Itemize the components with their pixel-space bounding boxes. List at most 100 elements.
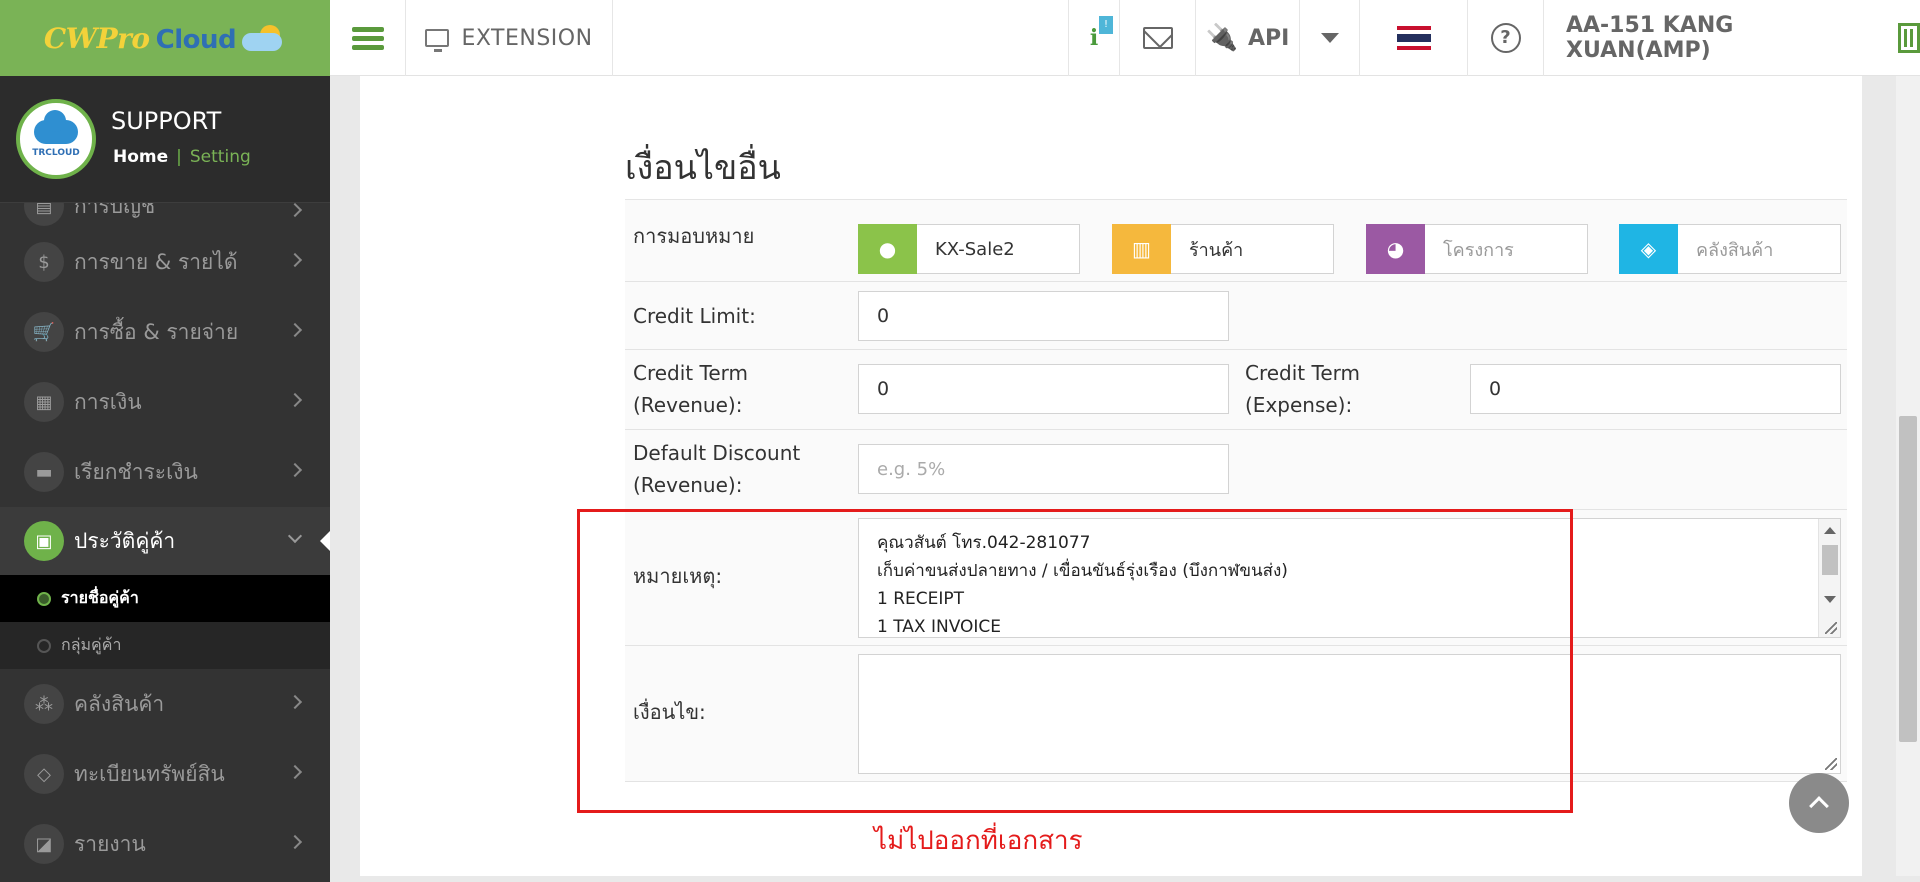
menu-toggle-button[interactable] [330,0,406,76]
assignment-label: การมอบหมาย [633,224,755,248]
building-icon [1898,23,1920,53]
cloud-icon [34,110,78,144]
salesperson-field[interactable]: ● KX-Sale2 [858,223,1080,274]
link-separator: | [176,147,182,167]
chevron-down-icon [287,528,303,544]
annotation-highlight-box [577,509,1573,813]
warehouse-placeholder: คลังสินค้า [1696,239,1774,261]
scroll-down-icon[interactable] [1824,596,1836,603]
sidebar-item-reports[interactable]: ◪ รายงาน [0,809,330,879]
project-field[interactable]: ◕ โครงการ [1366,223,1588,274]
sun-cloud-icon [242,25,286,51]
credit-term-expense-label: Credit Term (Expense): [1245,361,1360,417]
avatar[interactable]: TRCLOUD [16,99,96,179]
sidebar-subitem-label: กลุ่มคู่ค้า [61,635,122,654]
contact-book-icon: ▣ [24,521,64,561]
scroll-up-icon[interactable] [1824,527,1836,534]
help-button[interactable]: ? [1468,0,1544,76]
extension-label: EXTENSION [461,25,593,51]
section-title: เงื่อนไขอื่น [625,148,781,188]
credit-term-revenue-label: Credit Term (Revenue): [633,361,748,417]
credit-limit-row: Credit Limit: [625,282,1847,350]
sidebar-item-inventory[interactable]: ⁂ คลังสินค้า [0,669,330,739]
chevron-right-icon [287,322,303,338]
sidebar-subitem-contact-list[interactable]: รายชื่อคู่ค้า [0,575,330,622]
sidebar: TRCLOUD SUPPORT Home | Setting ▤ การบัญชี … [0,76,330,882]
extension-button[interactable]: EXTENSION [406,0,613,76]
project-placeholder: โครงการ [1443,239,1514,261]
avatar-text: TRCLOUD [32,148,80,158]
chevron-right-icon [287,392,303,408]
chevron-right-icon [287,462,303,478]
sidebar-item-sales[interactable]: $ การขาย & รายได้ [0,227,330,297]
dropdown-button[interactable] [1300,0,1360,76]
store-value: ร้านค้า [1189,239,1244,261]
sidebar-item-label: การบัญชี [74,203,156,218]
box-icon: ◈ [1619,223,1678,274]
resize-grip-icon[interactable] [1825,622,1837,634]
bullet-icon [37,591,51,606]
warehouse-field[interactable]: ◈ คลังสินค้า [1619,223,1841,274]
calendar-icon: ▦ [24,382,64,422]
setting-link[interactable]: Setting [190,147,251,167]
resize-grip-icon[interactable] [1825,758,1837,770]
caret-down-icon [1320,33,1339,43]
sidebar-item-label: การซื้อ & รายจ่าย [74,319,239,344]
sidebar-item-billing[interactable]: ▬ เรียกชำระเงิน [0,437,330,507]
plug-icon: 🔌 [1205,23,1239,53]
top-header: CWPro Cloud EXTENSION i ! 🔌 API ? AA-151… [0,0,1920,76]
bullet-icon [37,638,51,653]
default-discount-input[interactable]: e.g. 5% [858,444,1229,494]
question-icon: ? [1490,23,1521,53]
chevron-up-icon [1809,796,1829,816]
default-discount-label: Default Discount (Revenue): [633,441,801,497]
credit-term-revenue-input[interactable]: 0 [858,364,1229,414]
credit-limit-label: Credit Limit: [633,304,756,328]
info-button[interactable]: i ! [1068,0,1120,76]
profile-title: SUPPORT [111,107,222,135]
thai-flag-icon [1396,26,1431,50]
profile-panel: TRCLOUD SUPPORT Home | Setting [0,76,330,203]
api-button[interactable]: 🔌 API [1196,0,1300,76]
sidebar-item-purchases[interactable]: 🛒 การซื้อ & รายจ่าย [0,297,330,367]
profile-links: Home | Setting [113,147,251,167]
remark-scrollbar-thumb[interactable] [1822,545,1838,575]
envelope-icon [1142,27,1173,49]
credit-term-expense-input[interactable]: 0 [1470,364,1841,414]
user-label: AA-151 KANG XUAN(AMP) [1566,13,1734,63]
sidebar-subitem-label: รายชื่อคู่ค้า [61,588,139,607]
building-icon: ▥ [1112,223,1171,274]
remark-scrollbar[interactable] [1818,519,1840,637]
info-icon: i [1089,25,1099,51]
diamond-icon: ◇ [24,754,64,794]
mail-button[interactable] [1120,0,1196,76]
home-link[interactable]: Home [113,147,168,167]
sidebar-item-label: ทะเบียนทรัพย์สิน [74,761,225,786]
store-field[interactable]: ▥ ร้านค้า [1112,223,1334,274]
annotation-text: ไม่ไปออกที่เอกสาร [874,826,1083,856]
report-icon: ◪ [24,824,64,864]
api-label: API [1248,25,1290,51]
chevron-right-icon [287,694,303,710]
credit-limit-input[interactable]: 0 [858,291,1229,341]
language-button[interactable] [1360,0,1468,76]
sidebar-item-label: เรียกชำระเงิน [74,459,198,484]
cart-icon: 🛒 [24,312,64,352]
user-menu[interactable]: AA-151 KANG XUAN(AMP) [1544,0,1920,76]
sidebar-subitem-contact-groups[interactable]: กลุ่มคู่ค้า [0,622,330,669]
salesperson-value: KX-Sale2 [935,238,1015,260]
sidebar-item-contacts[interactable]: ▣ ประวัติคู่ค้า [0,507,330,575]
default-discount-row: Default Discount (Revenue): [625,430,1847,510]
page-scrollbar-thumb[interactable] [1899,416,1917,742]
card-icon: ▬ [24,452,64,492]
sidebar-item-finance[interactable]: ▦ การเงิน [0,367,330,437]
logo-main-text: CWPro [43,21,150,55]
sidebar-item-label: รายงาน [74,831,146,856]
app-logo[interactable]: CWPro Cloud [0,0,330,76]
hamburger-icon [351,23,384,54]
cubes-icon: ⁂ [24,684,64,724]
sidebar-item-assets[interactable]: ◇ ทะเบียนทรัพย์สิน [0,739,330,809]
sidebar-item-label: คลังสินค้า [74,691,165,716]
sidebar-item-accounting[interactable]: ▤ การบัญชี [0,203,330,227]
scroll-to-top-button[interactable] [1789,773,1849,833]
